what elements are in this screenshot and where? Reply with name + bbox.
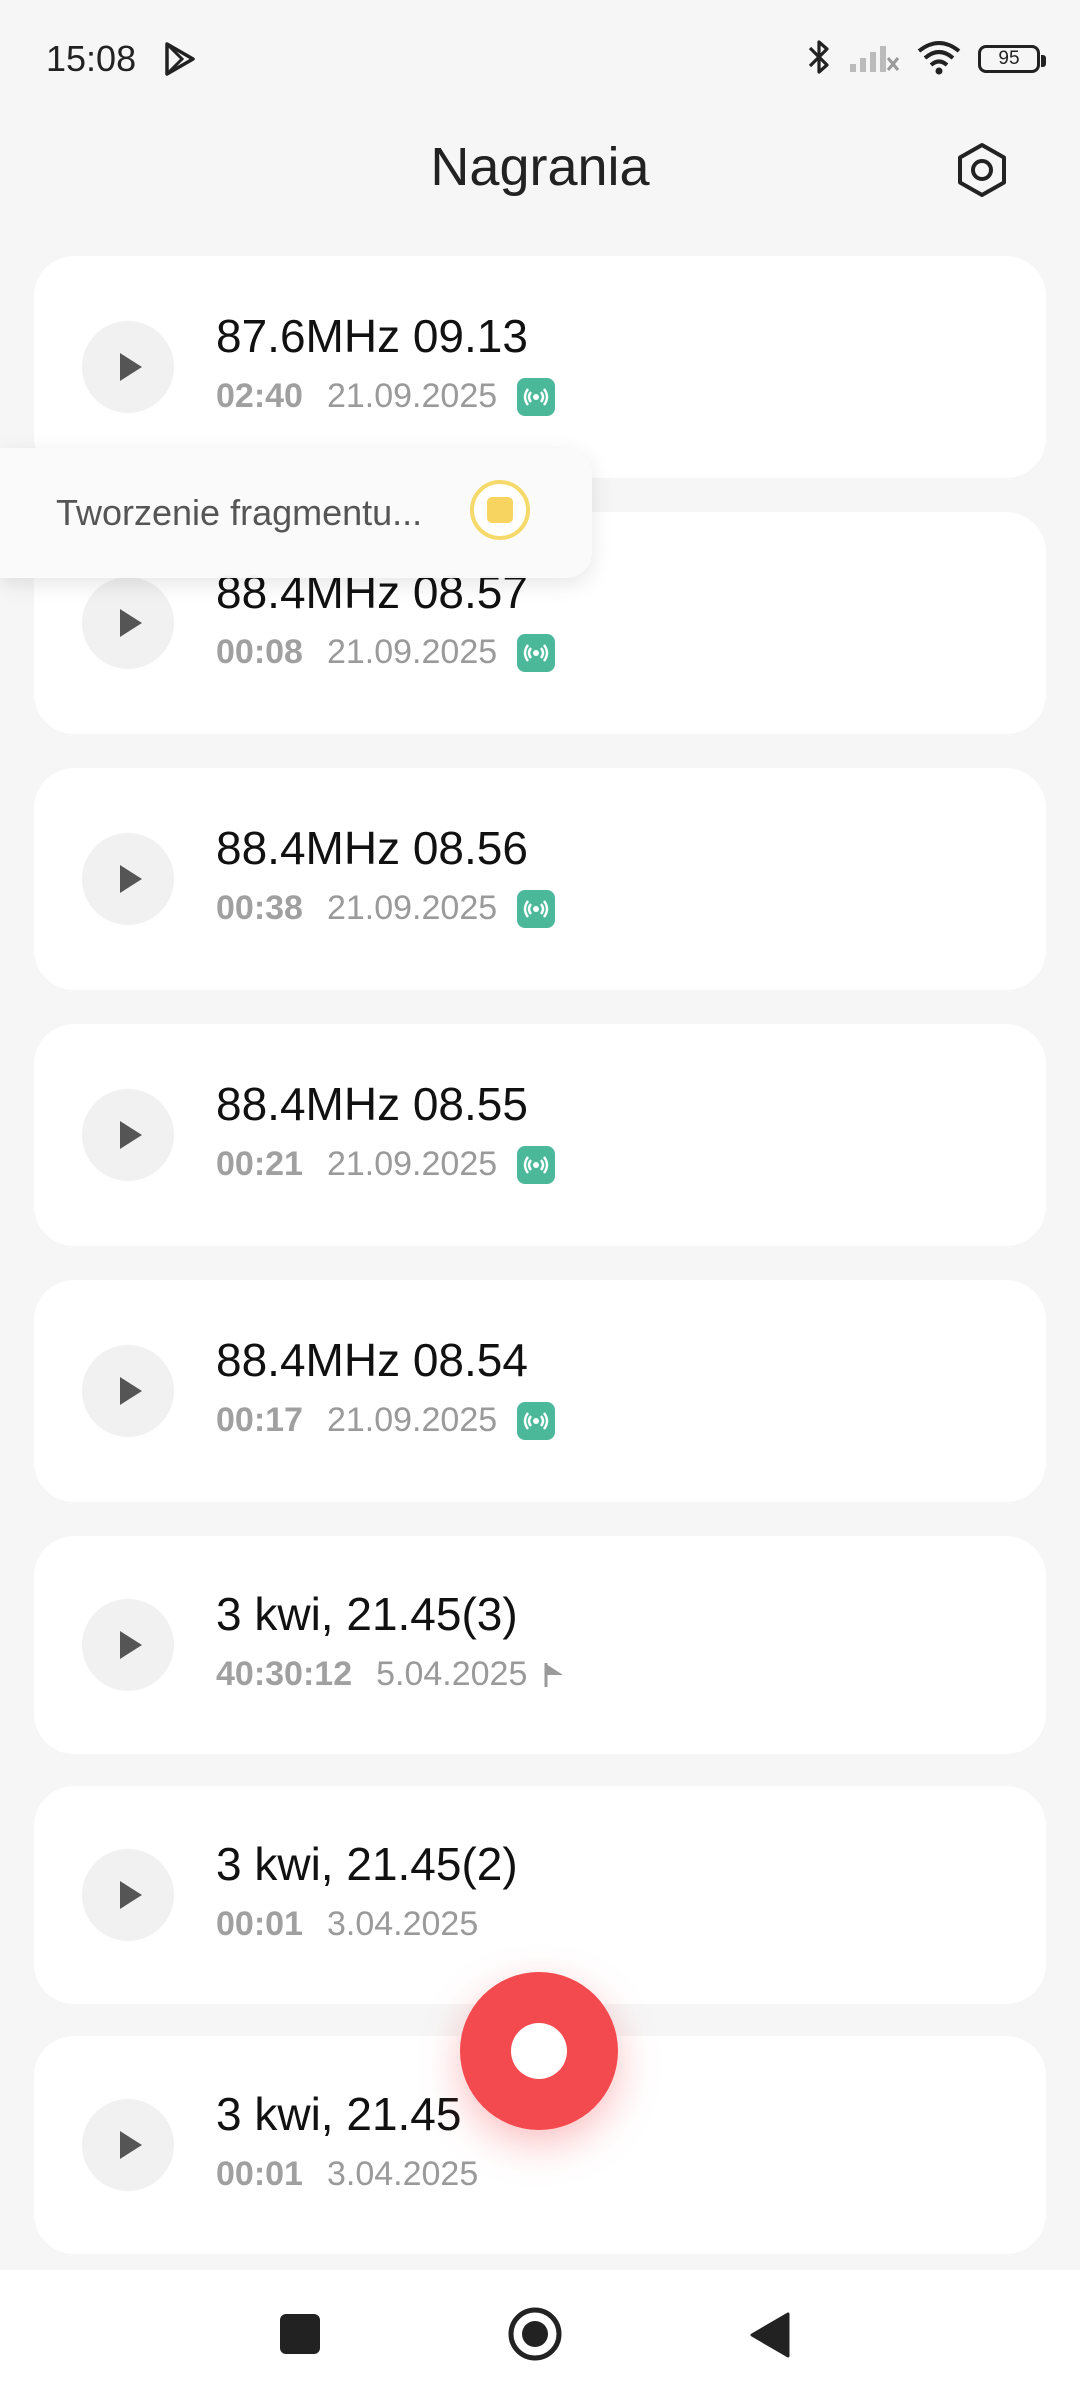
play-button[interactable]	[82, 1345, 174, 1437]
recording-card[interactable]: 3 kwi, 21.45(3) 40:30:12 5.04.2025	[34, 1536, 1046, 1754]
recording-date: 3.04.2025	[326, 2155, 479, 2193]
stop-fragment-button[interactable]	[470, 480, 530, 540]
recents-button[interactable]	[280, 2314, 320, 2354]
record-button[interactable]	[460, 1972, 618, 2130]
play-button[interactable]	[82, 2099, 174, 2191]
recording-meta: 40:30:12 5.04.2025	[216, 1655, 565, 1694]
recording-duration: 02:40	[216, 377, 303, 415]
recording-title: 3 kwi, 21.45(2)	[216, 1838, 518, 1890]
play-icon	[111, 2128, 145, 2162]
recording-date: 5.04.2025	[376, 1655, 528, 1693]
recording-title: 3 kwi, 21.45(3)	[216, 1588, 518, 1640]
recording-card[interactable]: 88.4MHz 08.55 00:21 21.09.2025	[34, 1024, 1046, 1246]
battery-level: 95	[998, 48, 1020, 69]
recording-date: 21.09.2025	[326, 633, 498, 671]
play-icon	[111, 1374, 145, 1408]
recording-title: 88.4MHz 08.54	[216, 1334, 528, 1386]
record-icon	[511, 2023, 567, 2079]
recording-duration: 00:21	[216, 1145, 303, 1183]
recording-meta: 02:40 21.09.2025	[216, 377, 556, 416]
status-bar: 15:08 95	[0, 0, 1080, 120]
recording-card[interactable]: 88.4MHz 08.56 00:38 21.09.2025	[34, 768, 1046, 990]
recording-meta: 00:38 21.09.2025	[216, 889, 556, 928]
wifi-icon	[916, 39, 962, 80]
recording-duration: 00:01	[216, 1905, 303, 1943]
play-icon	[111, 1118, 145, 1152]
recording-duration: 40:30:12	[216, 1655, 353, 1693]
toast: Tworzenie fragmentu...	[0, 448, 592, 578]
play-icon	[111, 862, 145, 896]
play-icon	[111, 1878, 145, 1912]
recording-duration: 00:17	[216, 1401, 303, 1439]
recording-title: 88.4MHz 08.55	[216, 1078, 528, 1130]
play-icon	[111, 606, 145, 640]
page-title: Nagrania	[430, 137, 650, 197]
recording-title: 87.6MHz 09.13	[216, 310, 528, 362]
recording-meta: 00:01 3.04.2025	[216, 1905, 478, 1944]
play-button[interactable]	[82, 1599, 174, 1691]
recording-card[interactable]: 87.6MHz 09.13 02:40 21.09.2025	[34, 256, 1046, 478]
signal-icon	[848, 40, 900, 79]
recording-meta: 00:08 21.09.2025	[216, 633, 556, 672]
play-icon	[111, 1628, 145, 1662]
battery-icon: 95	[978, 45, 1046, 73]
stop-icon	[487, 497, 513, 523]
navigation-bar	[0, 2270, 1080, 2400]
radio-broadcast-icon	[517, 889, 556, 928]
recording-meta: 00:17 21.09.2025	[216, 1401, 556, 1440]
play-button[interactable]	[82, 1849, 174, 1941]
recording-duration: 00:08	[216, 633, 303, 671]
recording-duration: 00:01	[216, 2155, 303, 2193]
radio-broadcast-icon	[517, 1401, 556, 1440]
toast-text: Tworzenie fragmentu...	[56, 492, 423, 533]
back-button[interactable]	[748, 2310, 792, 2360]
play-button[interactable]	[82, 1089, 174, 1181]
recording-meta: 00:21 21.09.2025	[216, 1145, 556, 1184]
radio-broadcast-icon	[517, 633, 556, 672]
recording-date: 21.09.2025	[326, 1401, 498, 1439]
recording-date: 3.04.2025	[326, 1905, 479, 1943]
settings-hexagon-icon	[953, 141, 1011, 204]
status-time: 15:08	[46, 38, 137, 79]
recording-meta: 00:01 3.04.2025	[216, 2155, 478, 2194]
recording-date: 21.09.2025	[326, 377, 498, 415]
settings-button[interactable]	[944, 134, 1020, 210]
play-store-icon	[160, 40, 198, 78]
recording-title: 3 kwi, 21.45	[216, 2088, 462, 2140]
recording-title: 88.4MHz 08.56	[216, 822, 528, 874]
flag-icon	[543, 1661, 565, 1689]
radio-broadcast-icon	[517, 377, 556, 416]
play-button[interactable]	[82, 321, 174, 413]
bluetooth-icon	[806, 37, 832, 82]
recording-duration: 00:38	[216, 889, 303, 927]
play-icon	[111, 350, 145, 384]
status-icons: 95	[806, 34, 1046, 84]
play-button[interactable]	[82, 577, 174, 669]
home-button[interactable]	[507, 2306, 563, 2362]
recording-date: 21.09.2025	[326, 889, 498, 927]
recording-date: 21.09.2025	[326, 1145, 498, 1183]
recording-card[interactable]: 88.4MHz 08.54 00:17 21.09.2025	[34, 1280, 1046, 1502]
radio-broadcast-icon	[517, 1145, 556, 1184]
play-button[interactable]	[82, 833, 174, 925]
